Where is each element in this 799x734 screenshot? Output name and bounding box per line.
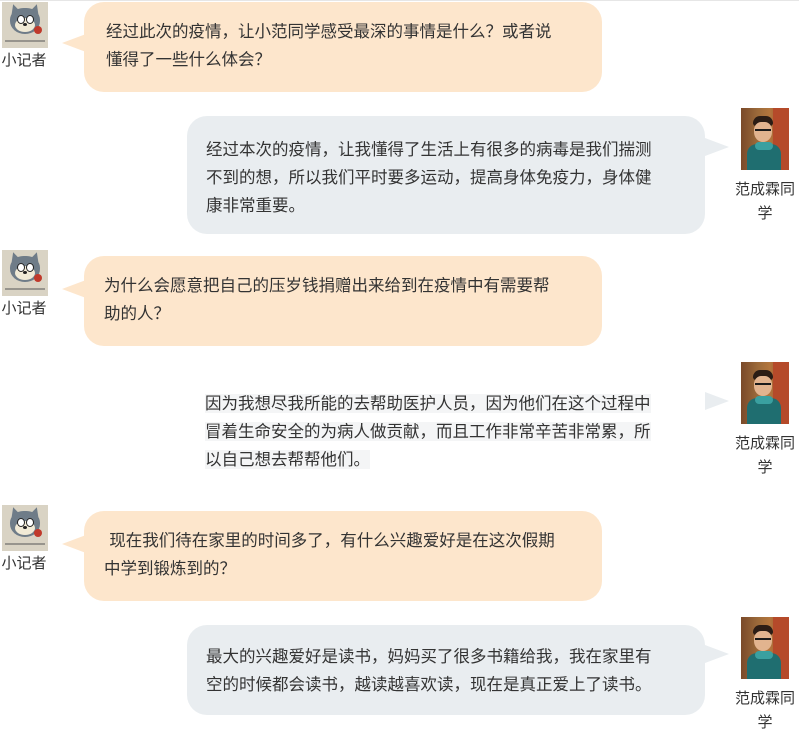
message-line: 现在我们待在家里的时间多了，有什么兴趣爱好是在这次假期 [104, 531, 555, 550]
speaker-name-line: 学 [757, 713, 773, 731]
message-line: 以自己想去帮帮他们。 [205, 450, 370, 469]
student-photo-avatar-icon [741, 362, 789, 424]
bubble-tail [705, 392, 729, 410]
speaker-name: 范成霖同 学 [729, 177, 799, 225]
message-line: 不到的想，所以我们平时要多运动，提高身体免疫力，身体健 [206, 168, 652, 187]
message-student-2: 范成霖同 学 因为我想尽我所能的去帮助医护人员，因为他们在这个过程中 冒着生命安… [0, 362, 799, 492]
speaker-name-line: 范成霖同 [734, 180, 795, 198]
message-bubble: 因为我想尽我所能的去帮助医护人员，因为他们在这个过程中 冒着生命安全的为病人做贡… [205, 390, 691, 474]
message-line: 经过本次的疫情，让我懂得了生活上有很多的病毒是我们揣测 [206, 140, 652, 159]
cartoon-cat-avatar-icon [2, 505, 48, 551]
bubble-tail [705, 138, 729, 156]
student-photo-avatar-icon [741, 108, 789, 170]
message-line: 最大的兴趣爱好是读书，妈妈买了很多书籍给我，我在家里有 [206, 647, 652, 666]
message-interviewer-1: 小记者 经过此次的疫情，让小范同学感受最深的事情是什么？或者说 懂得了一些什么体… [0, 2, 799, 97]
message-bubble: 经过此次的疫情，让小范同学感受最深的事情是什么？或者说 懂得了一些什么体会？ [84, 2, 602, 92]
message-line: 懂得了一些什么体会？ [106, 50, 271, 69]
speaker-name: 小记者 [1, 554, 47, 572]
cartoon-cat-avatar-icon [2, 250, 48, 296]
message-line: 冒着生命安全的为病人做贡献，而且工作非常辛苦非常累，所 [205, 422, 651, 441]
message-interviewer-3: 小记者 现在我们待在家里的时间多了，有什么兴趣爱好是在这次假期 中学到锻炼到的？ [0, 505, 799, 605]
bubble-tail [62, 34, 86, 52]
speaker-name: 范成霖同 学 [729, 686, 799, 734]
interviewer-avatar[interactable] [2, 250, 48, 296]
message-student-1: 范成霖同 学 经过本次的疫情，让我懂得了生活上有很多的病毒是我们揣测 不到的想，… [0, 108, 799, 234]
message-line: 空的时候都会读书，越读越喜欢读，现在是真正爱上了读书。 [206, 675, 652, 694]
speaker-name: 小记者 [1, 299, 47, 317]
speaker-name-line: 学 [757, 458, 773, 476]
message-line: 为什么会愿意把自己的压岁钱捐赠出来给到在疫情中有需要帮 [104, 276, 550, 295]
message-line: 中学到锻炼到的？ [104, 559, 236, 578]
message-bubble: 现在我们待在家里的时间多了，有什么兴趣爱好是在这次假期 中学到锻炼到的？ [84, 511, 602, 601]
student-avatar[interactable] [741, 362, 789, 424]
message-student-3: 范成霖同 学 最大的兴趣爱好是读书，妈妈买了很多书籍给我，我在家里有 空的时候都… [0, 617, 799, 731]
speaker-name: 小记者 [1, 51, 47, 69]
bubble-tail [705, 645, 729, 663]
interviewer-avatar[interactable] [2, 505, 48, 551]
message-interviewer-2: 小记者 为什么会愿意把自己的压岁钱捐赠出来给到在疫情中有需要帮 助的人？ [0, 250, 799, 350]
message-line: 经过此次的疫情，让小范同学感受最深的事情是什么？或者说 [106, 22, 552, 41]
speaker-name-line: 范成霖同 [734, 689, 795, 707]
speaker-name: 范成霖同 学 [729, 431, 799, 479]
bubble-tail [62, 280, 86, 298]
message-bubble: 最大的兴趣爱好是读书，妈妈买了很多书籍给我，我在家里有 空的时候都会读书，越读越… [187, 625, 705, 715]
speaker-name-line: 范成霖同 [734, 434, 795, 452]
speaker-name-line: 学 [757, 204, 773, 222]
message-bubble: 经过本次的疫情，让我懂得了生活上有很多的病毒是我们揣测 不到的想，所以我们平时要… [187, 116, 705, 234]
student-photo-avatar-icon [741, 617, 789, 679]
message-line: 助的人？ [104, 304, 170, 323]
student-avatar[interactable] [741, 108, 789, 170]
top-divider [0, 0, 799, 1]
message-bubble: 为什么会愿意把自己的压岁钱捐赠出来给到在疫情中有需要帮 助的人？ [84, 256, 602, 346]
interviewer-avatar[interactable] [2, 2, 48, 48]
student-avatar[interactable] [741, 617, 789, 679]
message-line: 康非常重要。 [206, 196, 305, 215]
cartoon-cat-avatar-icon [2, 2, 48, 48]
bubble-tail [62, 535, 86, 553]
message-line: 因为我想尽我所能的去帮助医护人员，因为他们在这个过程中 [205, 394, 651, 413]
